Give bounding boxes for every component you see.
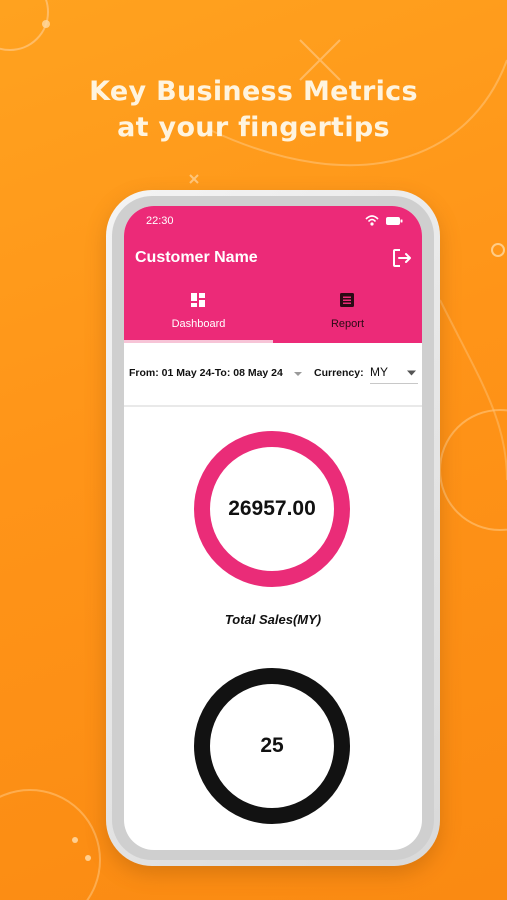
wifi-icon [365,215,379,226]
phone-screen: 22:30 Customer Name Dashboard Report Fro… [124,206,422,850]
logout-icon[interactable] [390,246,414,270]
headline-line-2: at your fingertips [117,112,390,143]
filter-bar: From: 01 May 24-To: 08 May 24 Currency: … [124,343,422,405]
tab-dashboard-label: Dashboard [171,318,226,330]
status-time: 22:30 [146,215,174,227]
tab-report[interactable]: Report [273,288,422,343]
headline: Key Business Metrics at your fingertips [0,74,507,146]
currency-value: MY [370,365,388,379]
app-title: Customer Name [135,249,258,266]
total-sales-caption: Total Sales(MY) [224,612,322,627]
date-range-dropdown[interactable]: From: 01 May 24-To: 08 May 24 [129,367,283,379]
total-sales-ring: 26957.00 [194,431,350,587]
tab-report-label: Report [330,318,365,330]
chevron-down-icon [407,370,416,376]
headline-line-1: Key Business Metrics [89,76,418,107]
currency-label: Currency: [314,367,364,379]
dashboard-icon [191,293,205,307]
count-value: 25 [260,734,284,757]
status-icons [365,215,403,226]
chevron-down-icon[interactable] [294,371,302,377]
app-bar: 22:30 Customer Name Dashboard Report [124,206,422,343]
report-icon [340,293,354,307]
divider [124,405,422,407]
total-sales-value: 26957.00 [228,497,316,520]
count-ring: 25 [194,668,350,824]
battery-icon [386,217,403,225]
tab-dashboard[interactable]: Dashboard [124,288,273,343]
currency-select[interactable]: MY [370,361,418,384]
